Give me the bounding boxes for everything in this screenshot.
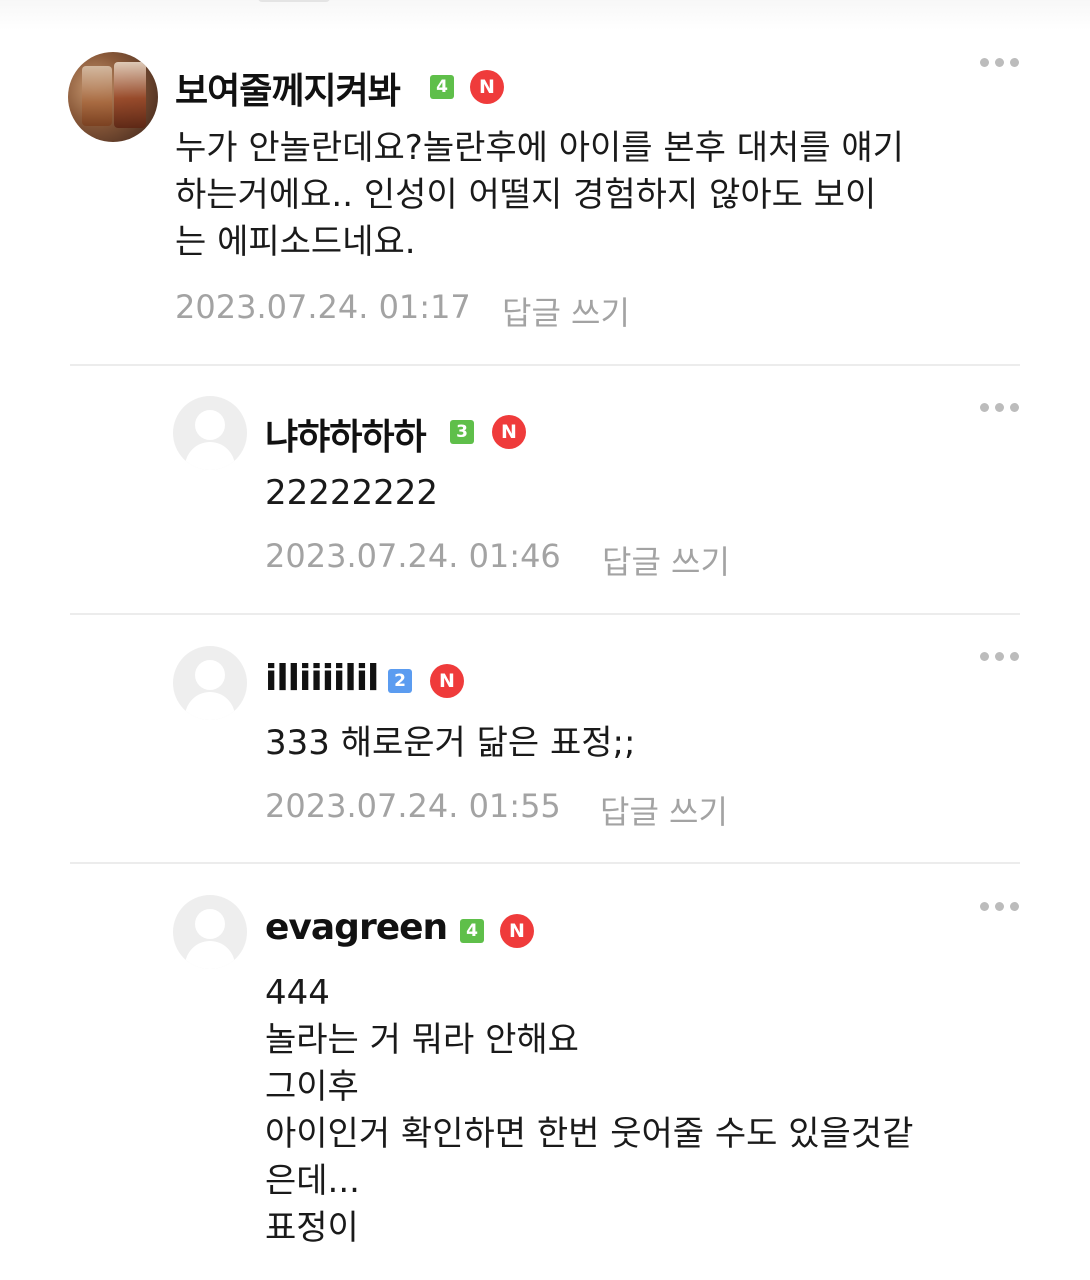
more-icon[interactable] (980, 402, 1024, 412)
comment-text: 444 놀라는 거 뭐라 안해요 그이후 아이인거 확인하면 한번 웃어줄 수도… (265, 973, 914, 1248)
level-badge: 4 (460, 919, 484, 943)
n-badge: N (492, 415, 526, 449)
comment-text: 333 해로운거 닮은 표정;; (265, 723, 636, 763)
reply-button[interactable]: 답글 쓰기 (602, 537, 730, 583)
default-avatar-icon (195, 909, 225, 939)
more-icon[interactable] (980, 651, 1024, 661)
divider (70, 862, 1020, 864)
avatar[interactable] (173, 646, 247, 720)
comment-date: 2023.07.24. 01:55 (265, 787, 561, 825)
n-badge: N (470, 70, 504, 104)
comment-date: 2023.07.24. 01:46 (265, 537, 561, 575)
more-icon[interactable] (980, 901, 1024, 911)
level-badge: 2 (388, 669, 412, 693)
more-icon[interactable] (980, 57, 1024, 67)
comment-text: 22222222 (265, 473, 439, 513)
avatar-photo-detail (82, 66, 112, 126)
nickname[interactable]: illiiiilil (265, 658, 379, 699)
default-avatar-icon (195, 660, 225, 690)
reply-button[interactable]: 답글 쓰기 (502, 288, 630, 334)
n-badge: N (500, 914, 534, 948)
previous-content-edge (258, 0, 330, 2)
avatar[interactable] (173, 396, 247, 470)
avatar[interactable] (173, 895, 247, 969)
avatar[interactable] (68, 52, 158, 142)
nickname[interactable]: 냐햐하하하 (265, 408, 427, 460)
top-fade (0, 0, 1090, 30)
comment-date: 2023.07.24. 01:17 (175, 288, 471, 326)
nickname[interactable]: 보여줄께지켜봐 (175, 62, 401, 114)
comment-text: 누가 안놀란데요?놀란후에 아이를 본후 대처를 얘기 하는거에요.. 인성이 … (175, 128, 904, 262)
divider (70, 613, 1020, 615)
reply-button[interactable]: 답글 쓰기 (600, 787, 728, 833)
avatar-photo-detail (114, 62, 146, 128)
level-badge: 4 (430, 75, 454, 99)
nickname[interactable]: evagreen (265, 907, 448, 948)
n-badge: N (430, 664, 464, 698)
divider (70, 364, 1020, 366)
level-badge: 3 (450, 420, 474, 444)
default-avatar-icon (195, 410, 225, 440)
